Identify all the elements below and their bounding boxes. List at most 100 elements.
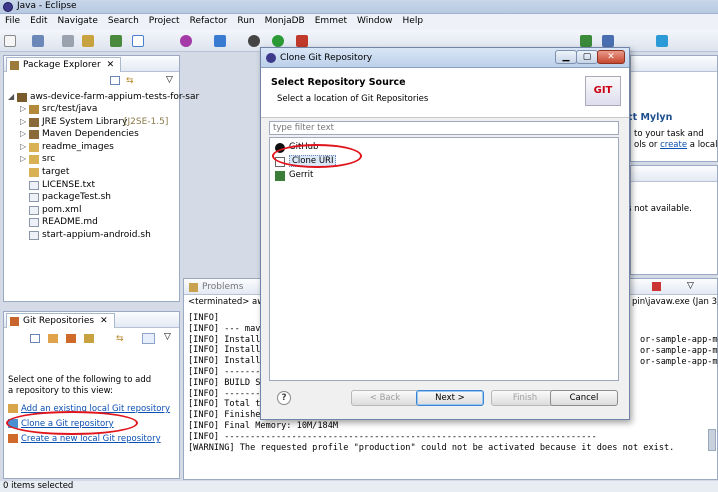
tab-git-repositories[interactable]: Git Repositories ✕ [6, 313, 115, 328]
build-icon[interactable] [82, 35, 94, 47]
status-bar: 0 items selected [0, 481, 718, 492]
tree-row-label: src [42, 154, 56, 165]
git-toolbar-filter-icon[interactable] [142, 333, 155, 344]
maximize-button[interactable]: ▢ [576, 50, 598, 64]
next-button[interactable]: Next > [416, 390, 484, 406]
git-toolbar-link-icon[interactable]: ⇆ [116, 334, 124, 344]
tab-package-explorer[interactable]: Package Explorer ✕ [6, 57, 122, 72]
back-button[interactable]: < Back [351, 390, 419, 406]
menu-monjadb[interactable]: MonjaDB [260, 14, 310, 26]
checkbox-icon[interactable] [132, 35, 144, 47]
tree-row-label: README.md [42, 217, 98, 228]
filter-input[interactable] [269, 121, 619, 135]
mylyn-line2: ols or create a local [634, 140, 718, 150]
git-intro-text: Select one of the following to add a rep… [8, 375, 152, 396]
create-task-link[interactable]: create [660, 140, 687, 150]
menu-edit[interactable]: Edit [25, 14, 52, 26]
eclipse-icon [3, 2, 13, 12]
view-menu-icon[interactable]: ▽ [166, 75, 173, 85]
terminate-icon[interactable] [652, 282, 661, 291]
help-icon[interactable]: ? [277, 391, 291, 405]
new-icon[interactable] [4, 35, 16, 47]
tree-row-suffix: [J2SE-1.5] [124, 116, 169, 127]
project-name: aws-device-farm-appium-tests-for-sar [30, 92, 200, 102]
menu-bar: File Edit Navigate Search Project Refactor Run… [0, 14, 718, 30]
menu-file[interactable]: File [0, 14, 25, 26]
tree-row-label: packageTest.sh [42, 192, 111, 203]
debug-icon[interactable] [180, 35, 192, 47]
console-output-right: or-sample-app-m or-sample-app-m or-sample-… [640, 335, 718, 367]
view-menu-icon[interactable]: ▽ [164, 332, 171, 342]
expand-arrow-icon[interactable]: ◢ [8, 92, 14, 101]
expand-arrow-icon[interactable]: ▷ [20, 129, 26, 138]
tree-row-label: Maven Dependencies [42, 129, 139, 140]
tree-row-label: start-appium-android.sh [42, 230, 151, 240]
window-title: Java - Eclipse [17, 1, 77, 11]
link-editor-icon[interactable]: ⇆ [126, 76, 134, 86]
git-toolbar-refresh-icon[interactable] [84, 334, 94, 343]
dialog-header: Select Repository Source Select a locati… [261, 68, 629, 118]
gerrit-icon [275, 171, 285, 181]
add-existing-link[interactable]: Add an existing local Git repository [8, 404, 170, 414]
save-icon[interactable] [32, 35, 44, 47]
menu-project[interactable]: Project [144, 14, 185, 26]
gear-icon[interactable] [248, 35, 260, 47]
clone-repo-icon [8, 419, 18, 428]
outline-not-available: s not available. [627, 204, 692, 214]
close-button[interactable]: ✕ [597, 50, 625, 64]
menu-refactor[interactable]: Refactor [185, 14, 233, 26]
right-top-panel: ct Mylyn to your task and ols or create … [627, 55, 718, 162]
add-existing-repo-icon [8, 404, 18, 413]
clone-repository-link[interactable]: Clone a Git repository [8, 419, 114, 429]
dialog-header-description: Select a location of Git Repositories [277, 94, 429, 104]
collapse-all-icon[interactable] [110, 76, 120, 85]
create-new-link[interactable]: Create a new local Git repository [8, 434, 161, 444]
problems-label: Problems [202, 282, 244, 292]
run-icon[interactable] [272, 35, 284, 47]
github-icon [275, 143, 285, 153]
console-scrollbar[interactable] [708, 429, 716, 451]
finish-button[interactable]: Finish [491, 390, 559, 406]
eclipse-icon [266, 53, 276, 63]
step-icon[interactable] [214, 35, 226, 47]
tree-row-label: readme_images [42, 141, 114, 152]
external-tools-icon[interactable] [296, 35, 308, 47]
menu-navigate[interactable]: Navigate [53, 14, 103, 26]
server-icon[interactable] [110, 35, 122, 47]
git-toolbar-create-icon[interactable] [66, 334, 76, 343]
dialog-titlebar: Clone Git Repository ▁ ▢ ✕ [261, 48, 629, 68]
expand-arrow-icon[interactable]: ▷ [20, 142, 26, 151]
java-perspective-icon[interactable] [602, 35, 614, 47]
menu-emmet[interactable]: Emmet [310, 14, 352, 26]
close-icon[interactable]: ✕ [100, 316, 108, 326]
perspective-icon[interactable] [580, 35, 592, 47]
tab-problems[interactable]: Problems [186, 280, 249, 295]
menu-search[interactable]: Search [103, 14, 144, 26]
menu-run[interactable]: Run [232, 14, 259, 26]
tree-row-label: LICENSE.txt [42, 179, 96, 190]
menu-window[interactable]: Window [352, 14, 398, 26]
create-repo-icon [8, 434, 18, 443]
git-perspective-icon[interactable] [656, 35, 668, 47]
tree-row-label: pom.xml [42, 204, 82, 215]
console-line-right: or-sample-app-m [640, 356, 718, 367]
right-mid-tabbar [631, 166, 717, 182]
library-icon [29, 130, 39, 140]
clone-git-repository-dialog: Clone Git Repository ▁ ▢ ✕ Select Reposi… [260, 47, 630, 420]
expand-arrow-icon[interactable]: ▷ [20, 117, 26, 126]
console-menu-icon[interactable]: ▽ [687, 281, 694, 291]
expand-arrow-icon[interactable]: ▷ [20, 104, 26, 113]
console-line: [INFO] Final Memory: 10M/184M [188, 420, 339, 431]
print-icon[interactable] [62, 35, 74, 47]
git-toolbar-add-icon[interactable] [30, 334, 40, 343]
close-icon[interactable]: ✕ [107, 60, 115, 70]
expand-arrow-icon[interactable]: ▷ [20, 154, 26, 163]
file-icon [29, 218, 39, 228]
cancel-button[interactable]: Cancel [550, 390, 618, 406]
git-repositories-label: Git Repositories [23, 316, 95, 326]
problems-icon [189, 283, 198, 292]
source-folder-icon [29, 105, 39, 114]
minimize-button[interactable]: ▁ [555, 50, 577, 64]
menu-help[interactable]: Help [398, 14, 429, 26]
git-toolbar-clone-icon[interactable] [48, 334, 58, 343]
